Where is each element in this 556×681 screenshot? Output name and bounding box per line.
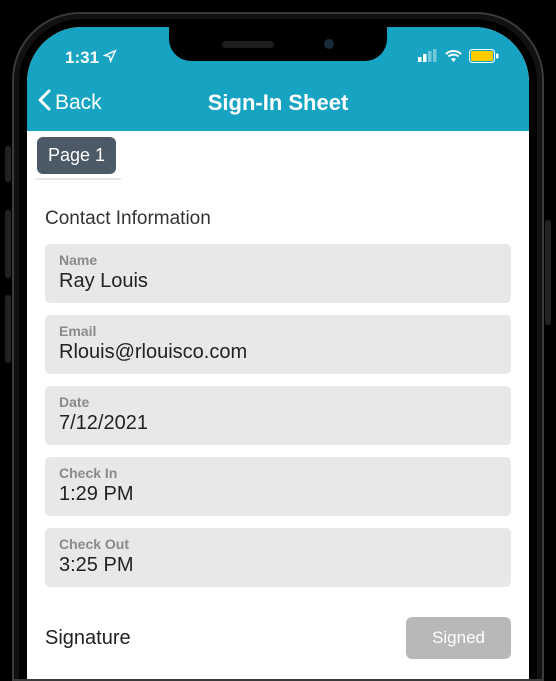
- chevron-left-icon: [37, 89, 52, 117]
- email-value: Rlouis@rlouisco.com: [59, 341, 497, 364]
- page-title: Sign-In Sheet: [27, 90, 529, 116]
- name-label: Name: [59, 252, 497, 268]
- side-button-power: [545, 220, 551, 325]
- checkin-field[interactable]: Check In 1:29 PM: [45, 457, 511, 516]
- speaker: [222, 41, 274, 48]
- back-label: Back: [55, 91, 102, 115]
- wifi-icon: [444, 49, 463, 68]
- battery-icon: [469, 49, 499, 68]
- device-notch: [169, 27, 387, 61]
- date-value: 7/12/2021: [59, 412, 497, 435]
- side-button-volume-up: [5, 210, 11, 278]
- email-label: Email: [59, 323, 497, 339]
- checkin-value: 1:29 PM: [59, 483, 497, 506]
- checkin-label: Check In: [59, 465, 497, 481]
- date-label: Date: [59, 394, 497, 410]
- tab-page-1[interactable]: Page 1: [37, 137, 116, 174]
- back-button[interactable]: Back: [27, 89, 102, 117]
- checkout-label: Check Out: [59, 536, 497, 552]
- signed-button[interactable]: Signed: [406, 617, 511, 659]
- front-camera: [324, 39, 334, 49]
- location-arrow-icon: [103, 48, 117, 68]
- signature-label: Signature: [45, 627, 131, 650]
- screen: 1:31: [27, 27, 529, 679]
- status-time: 1:31: [65, 48, 99, 68]
- checkout-value: 3:25 PM: [59, 554, 497, 577]
- phone-frame: 1:31: [12, 12, 544, 681]
- name-field[interactable]: Name Ray Louis: [45, 244, 511, 303]
- side-button-silent: [5, 146, 11, 182]
- email-field[interactable]: Email Rlouis@rlouisco.com: [45, 315, 511, 374]
- name-value: Ray Louis: [59, 270, 497, 293]
- content-area: Page 1 Contact Information Name Ray Loui…: [27, 131, 529, 659]
- section-contact-info: Contact Information: [27, 180, 529, 244]
- nav-bar: Back Sign-In Sheet: [27, 75, 529, 131]
- signature-row: Signature Signed: [27, 599, 529, 659]
- date-field[interactable]: Date 7/12/2021: [45, 386, 511, 445]
- checkout-field[interactable]: Check Out 3:25 PM: [45, 528, 511, 587]
- cell-signal-icon: [418, 49, 438, 67]
- side-button-volume-down: [5, 295, 11, 363]
